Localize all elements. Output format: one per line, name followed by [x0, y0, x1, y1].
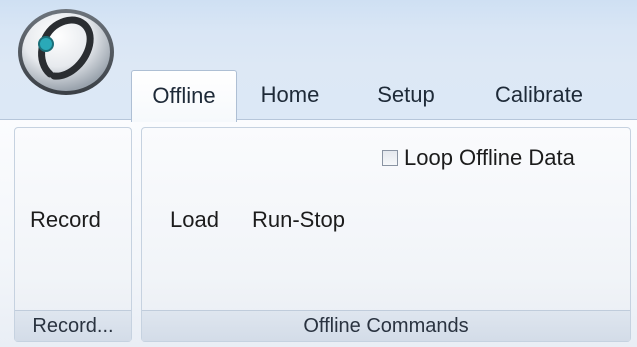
app-menu-button[interactable] — [14, 4, 118, 98]
tab-offline[interactable]: Offline — [131, 70, 237, 122]
run-stop-button[interactable]: Run-Stop — [252, 207, 345, 233]
loop-offline-data-checkbox[interactable] — [382, 150, 398, 166]
tab-setup[interactable]: Setup — [368, 70, 444, 120]
record-group-footer[interactable]: Record... — [15, 310, 131, 341]
loop-offline-data-label: Loop Offline Data — [404, 145, 575, 170]
loop-offline-data-option[interactable]: Loop Offline Data — [382, 143, 575, 173]
offline-commands-group-footer: Offline Commands — [142, 310, 630, 341]
load-button[interactable]: Load — [170, 207, 219, 233]
record-group: Record... — [14, 127, 132, 342]
application-orb-icon — [18, 9, 114, 95]
tab-calibrate[interactable]: Calibrate — [480, 70, 598, 120]
tab-home[interactable]: Home — [244, 70, 336, 120]
record-button[interactable]: Record — [30, 207, 101, 233]
